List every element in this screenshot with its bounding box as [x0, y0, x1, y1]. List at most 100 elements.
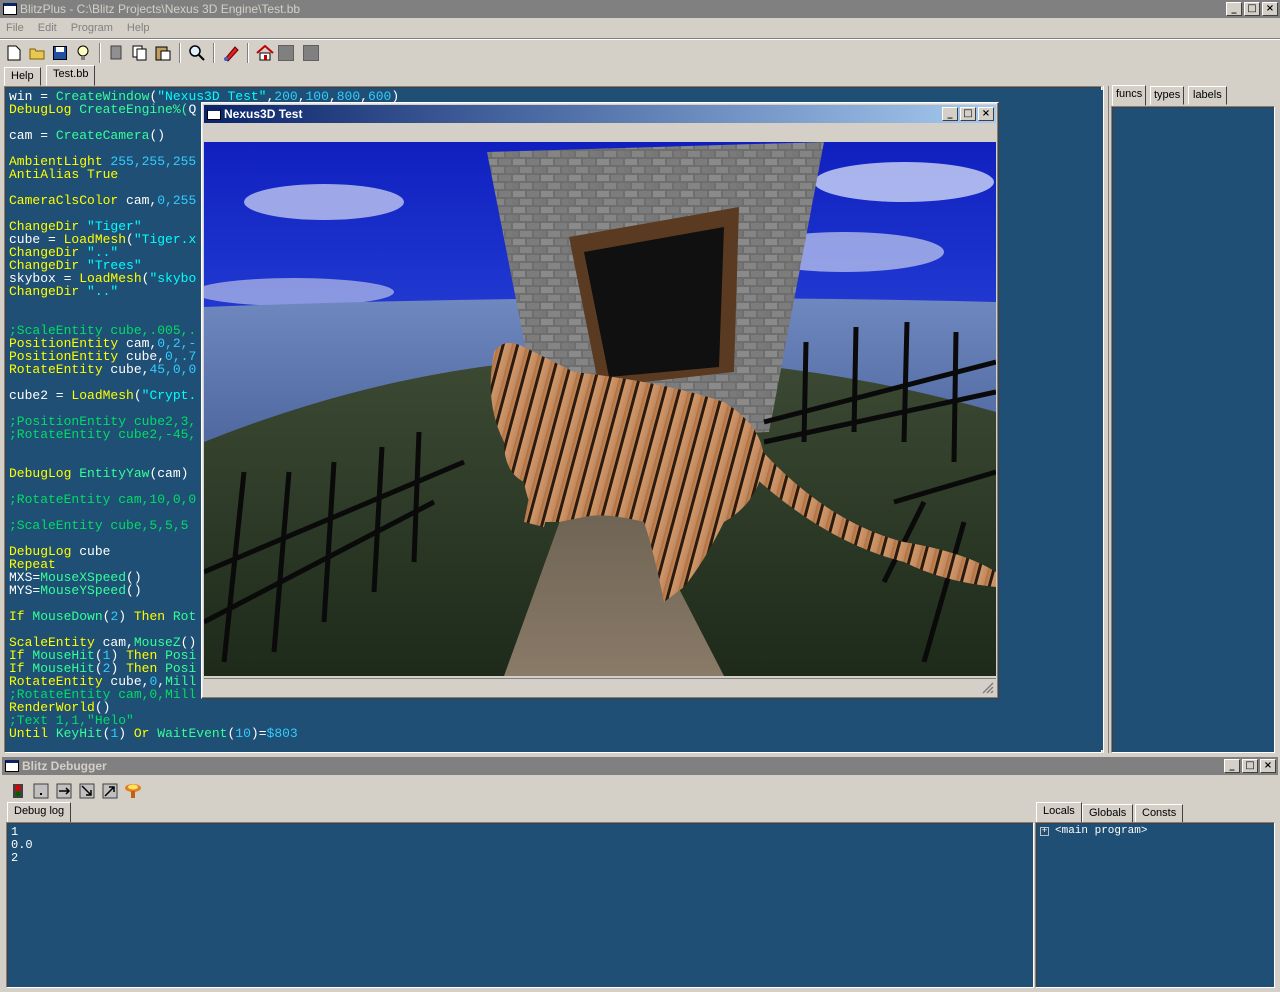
debugger-close-button[interactable]: × [1260, 759, 1276, 773]
code-token: EntityYaw [79, 466, 150, 481]
code-token: True [87, 167, 119, 182]
explode-icon[interactable] [123, 781, 143, 801]
3d-viewport[interactable] [204, 142, 996, 676]
game-close-button[interactable]: × [978, 107, 994, 121]
code-token: ) [118, 726, 134, 741]
code-token: 255,255,255 [110, 154, 197, 169]
resize-grip-icon[interactable] [982, 682, 994, 694]
code-token: Or [133, 726, 158, 741]
code-token: MouseDown [32, 609, 103, 624]
editor-splitter[interactable] [1103, 86, 1109, 753]
code-token: ;ScaleEntity cube,5,5,5 [9, 518, 189, 533]
paste-icon[interactable] [153, 43, 173, 63]
code-token: DebugLog [9, 102, 80, 117]
menu-file[interactable]: File [6, 22, 24, 34]
code-token: cube [79, 544, 111, 559]
tab-types[interactable]: types [1150, 86, 1185, 105]
copy-icon[interactable] [130, 43, 150, 63]
code-token: Q [188, 102, 197, 117]
app-icon [3, 3, 17, 15]
tab-consts[interactable]: Consts [1135, 804, 1184, 823]
lightbulb-icon[interactable] [73, 43, 93, 63]
debugger-title: Blitz Debugger [22, 759, 107, 773]
game-titlebar[interactable]: Nexus3D Test _ □ × [204, 105, 996, 123]
menu-bar: File Edit Program Help [0, 18, 1280, 37]
tab-help[interactable]: Help [4, 67, 41, 86]
code-token: "Crypt. [141, 388, 197, 403]
game-window-title: Nexus3D Test [224, 107, 303, 121]
code-token: 0,255 [157, 193, 197, 208]
new-file-icon[interactable] [4, 43, 24, 63]
game-maximize-button[interactable]: □ [960, 107, 976, 121]
code-token: LoadMesh [71, 388, 134, 403]
code-token: "skybo [149, 271, 197, 286]
tab-funcs[interactable]: funcs [1112, 85, 1147, 106]
code-token: WaitEvent [157, 726, 228, 741]
tree-item-main-program[interactable]: + <main program> [1040, 825, 1147, 837]
find-icon[interactable] [187, 43, 207, 63]
tab-globals[interactable]: Globals [1082, 804, 1134, 823]
code-token: 45,0,0 [149, 362, 197, 377]
home-icon[interactable] [255, 43, 275, 63]
code-token: KeyHit [55, 726, 103, 741]
tiger-scene-render [204, 142, 996, 676]
tree-expand-icon[interactable]: + [1040, 826, 1049, 836]
code-token: (cam) [149, 466, 189, 481]
code-token: )= [250, 726, 267, 741]
debug-log-panel[interactable]: 1 0.0 2 [6, 822, 1034, 988]
locals-panel[interactable]: + <main program> [1035, 822, 1275, 988]
debugger-toolbar [4, 778, 143, 804]
code-token: "Tiger.x [133, 232, 197, 247]
code-token: MouseYSpeed [40, 583, 127, 598]
debugger-minimize-button[interactable]: _ [1224, 759, 1240, 773]
code-token: DebugLog [9, 466, 80, 481]
menu-help[interactable]: Help [127, 22, 150, 34]
tab-labels[interactable]: labels [1188, 86, 1227, 105]
code-line[interactable]: RenderWorld() [9, 701, 1103, 714]
game-window: Nexus3D Test _ □ × [201, 102, 999, 699]
ide-titlebar[interactable]: BlitzPlus - C:\Blitz Projects\Nexus 3D E… [0, 0, 1280, 18]
close-button[interactable]: × [1262, 2, 1278, 16]
step-out-icon[interactable] [100, 781, 120, 801]
code-token: ) [118, 609, 134, 624]
code-token: 10 [235, 726, 251, 741]
maximize-button[interactable]: □ [1244, 2, 1260, 16]
code-token: ;RotateEntity cam,10,0,0 [9, 492, 197, 507]
code-token: Until [9, 726, 56, 741]
code-token: CreateCamera [55, 128, 150, 143]
cut-icon[interactable] [107, 43, 127, 63]
debugger-maximize-button[interactable]: □ [1242, 759, 1258, 773]
step-into-icon[interactable] [77, 781, 97, 801]
code-token: cube, [110, 362, 150, 377]
game-minimize-button[interactable]: _ [942, 107, 958, 121]
gray-square-icon[interactable] [278, 45, 294, 61]
debugger-icon [5, 760, 19, 772]
open-folder-icon[interactable] [27, 43, 47, 63]
run-icon[interactable] [221, 43, 241, 63]
minimize-button[interactable]: _ [1226, 2, 1242, 16]
code-token: ( [133, 388, 142, 403]
tab-debug-log[interactable]: Debug log [7, 802, 72, 823]
menu-edit[interactable]: Edit [38, 22, 57, 34]
code-token: Then [133, 609, 173, 624]
save-icon[interactable] [50, 43, 70, 63]
code-token: RotateEntity [9, 362, 111, 377]
code-line[interactable]: Until KeyHit(1) Or WaitEvent(10)=$803 [9, 727, 1103, 740]
funcs-panel[interactable] [1111, 106, 1275, 753]
toolbar [0, 40, 319, 66]
code-token: ;RotateEntity cube2,-45, [9, 427, 197, 442]
code-token: () [126, 583, 142, 598]
debugger-titlebar[interactable]: Blitz Debugger _ □ × [2, 757, 1278, 775]
menu-program[interactable]: Program [71, 22, 113, 34]
gray-square-icon[interactable] [303, 45, 319, 61]
code-token: CameraClsColor [9, 193, 127, 208]
tab-locals[interactable]: Locals [1036, 802, 1082, 823]
step-over-icon[interactable] [54, 781, 74, 801]
code-token: ( [126, 232, 134, 247]
tab-test-bb[interactable]: Test.bb [46, 65, 96, 86]
code-token: () [149, 128, 166, 143]
ide-title: BlitzPlus - C:\Blitz Projects\Nexus 3D E… [20, 2, 301, 16]
stop-icon[interactable] [8, 781, 28, 801]
code-token: Rot [172, 609, 197, 624]
step-icon[interactable] [31, 781, 51, 801]
